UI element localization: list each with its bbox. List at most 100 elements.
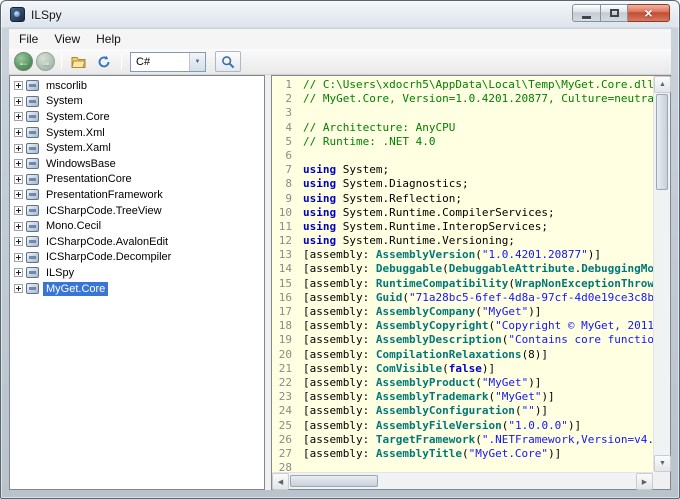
tree-item-windowsbase[interactable]: WindowsBase [10, 156, 264, 172]
tree-item-ilspy[interactable]: ILSpy [10, 265, 264, 281]
open-folder-icon [71, 57, 86, 68]
forward-button[interactable]: → [36, 52, 55, 71]
expand-plus-icon[interactable] [14, 81, 23, 91]
close-button[interactable]: × [628, 4, 670, 22]
horizontal-scrollbar[interactable]: ◀ ▶ [272, 472, 653, 490]
tree-item-presentationcore[interactable]: PresentationCore [10, 172, 264, 188]
title-bar[interactable]: ILSpy × [1, 1, 679, 29]
tree-item-myget-core[interactable]: MyGet.Core [10, 281, 264, 297]
line-numbers: 1 2 3 4 5 6 7 8 9 10 11 12 13 14 15 16 17 18 19 20 21 22 23 24 2… [272, 76, 296, 472]
line-number: 9 [285, 191, 292, 205]
expand-plus-icon[interactable] [14, 268, 23, 278]
scroll-left-button[interactable]: ◀ [272, 473, 289, 490]
tree-item-label: PresentationFramework [46, 188, 163, 201]
up-arrow-icon: ▲ [659, 81, 666, 88]
code-line: [assembly: Guid("71a28bc5-6fef-4d8a-97cf… [303, 290, 653, 304]
tree-item-label: ICSharpCode.AvalonEdit [46, 235, 169, 248]
code-line: // Architecture: AnyCPU [303, 120, 456, 134]
expand-plus-icon[interactable] [14, 174, 23, 184]
menu-view[interactable]: View [46, 30, 88, 48]
code-lines: // C:\Users\xdocrh5\AppData\Local\Temp\M… [296, 76, 653, 472]
code-line: [assembly: AssemblyProduct("MyGet")] [303, 375, 542, 389]
code-line: [assembly: AssemblyTrademark("MyGet")] [303, 390, 555, 404]
assembly-icon [26, 205, 39, 217]
tree-item-system-core[interactable]: System.Core [10, 109, 264, 125]
code-line: [assembly: AssemblyCompany("MyGet")] [303, 305, 542, 318]
expand-plus-icon[interactable] [14, 190, 23, 200]
back-arrow-icon: ← [17, 54, 30, 69]
window-controls: × [572, 4, 670, 22]
expand-plus-icon[interactable] [14, 128, 23, 138]
line-number: 27 [278, 446, 292, 460]
assembly-icon [26, 142, 39, 154]
tree-item-icsharpcode-decompiler[interactable]: ICSharpCode.Decompiler [10, 250, 264, 266]
open-file-button[interactable] [68, 52, 90, 72]
tree-item-presentationframework[interactable]: PresentationFramework [10, 187, 264, 203]
maximize-button[interactable] [600, 4, 628, 22]
code-view[interactable]: 1 2 3 4 5 6 7 8 9 10 11 12 13 14 15 16 17 18 19 20 21 22 23 24 2… [272, 76, 653, 472]
code-line: // C:\Users\xdocrh5\AppData\Local\Temp\M… [303, 78, 653, 91]
expand-plus-icon[interactable] [14, 143, 23, 153]
tree-item-icsharpcode-treeview[interactable]: ICSharpCode.TreeView [10, 203, 264, 219]
vertical-scroll-thumb[interactable] [656, 94, 668, 190]
line-number: 11 [278, 219, 292, 233]
scroll-up-button[interactable]: ▲ [654, 76, 671, 93]
expand-plus-icon[interactable] [14, 112, 23, 122]
assembly-icon [26, 111, 39, 123]
code-line: using System.Reflection; [303, 191, 462, 205]
menu-file[interactable]: File [11, 30, 46, 48]
line-number: 13 [278, 248, 292, 262]
language-value: C# [136, 55, 151, 68]
line-number: 20 [278, 347, 292, 361]
horizontal-scroll-thumb[interactable] [290, 475, 378, 487]
right-arrow-icon: ▶ [641, 478, 648, 486]
tree-item-mscorlib[interactable]: mscorlib [10, 78, 264, 94]
scrollbar-corner [653, 472, 670, 489]
line-number: 23 [278, 390, 292, 404]
reload-button[interactable] [93, 52, 115, 72]
language-select[interactable]: C# ▼ [130, 51, 206, 72]
expand-plus-icon[interactable] [14, 252, 23, 262]
expand-plus-icon[interactable] [14, 284, 23, 294]
scroll-down-button[interactable]: ▼ [654, 455, 671, 472]
expand-plus-icon[interactable] [14, 206, 23, 216]
line-number: 5 [285, 134, 292, 148]
tree-item-mono-cecil[interactable]: Mono.Cecil [10, 218, 264, 234]
close-icon: × [644, 5, 653, 21]
code-panel: 1 2 3 4 5 6 7 8 9 10 11 12 13 14 15 16 17 18 19 20 21 22 23 24 2… [271, 75, 671, 490]
tree-item-icsharpcode-avalonedit[interactable]: ICSharpCode.AvalonEdit [10, 234, 264, 250]
window-title: ILSpy [31, 8, 62, 22]
minimize-icon [582, 15, 591, 19]
expand-plus-icon[interactable] [14, 96, 23, 106]
line-number: 19 [278, 333, 292, 347]
vertical-scrollbar[interactable]: ▲ ▼ [653, 76, 671, 472]
line-number: 10 [278, 205, 292, 219]
line-number: 6 [285, 148, 292, 162]
tree-item-system[interactable]: System [10, 94, 264, 110]
tree-item-system-xaml[interactable]: System.Xaml [10, 140, 264, 156]
expand-plus-icon[interactable] [14, 159, 23, 169]
chevron-down-icon: ▼ [189, 52, 205, 71]
expand-plus-icon[interactable] [14, 237, 23, 247]
assembly-icon [26, 236, 39, 248]
client-area: File View Help ← → C# ▼ mscorlib System … [9, 29, 671, 490]
code-line: [assembly: RuntimeCompatibility(WrapNonE… [303, 276, 653, 290]
code-line: [assembly: TargetFramework(".NETFramewor… [303, 432, 653, 446]
minimize-button[interactable] [572, 4, 600, 22]
scroll-right-button[interactable]: ▶ [636, 473, 653, 490]
menu-help[interactable]: Help [88, 30, 129, 48]
line-number: 18 [278, 319, 292, 333]
expand-plus-icon[interactable] [14, 221, 23, 231]
code-line: [assembly: AssemblyFileVersion("1.0.0.0"… [303, 418, 582, 432]
code-line: // Runtime: .NET 4.0 [303, 134, 436, 148]
tree-item-system-xml[interactable]: System.Xml [10, 125, 264, 141]
code-line: // MyGet.Core, Version=1.0.4201.20877, C… [303, 92, 653, 106]
search-button[interactable] [215, 51, 241, 72]
line-number: 14 [278, 262, 292, 276]
forward-arrow-icon: → [39, 54, 52, 69]
back-button[interactable]: ← [14, 52, 33, 71]
code-line: using System; [303, 163, 390, 177]
line-number: 24 [278, 404, 292, 418]
toolbar-separator [61, 53, 62, 70]
